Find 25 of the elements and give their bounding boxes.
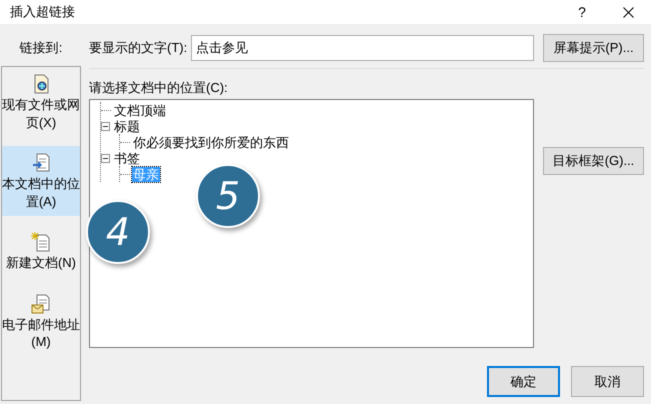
link-type-item[interactable]: 现有文件或网页(X) <box>2 67 80 138</box>
new-document-icon <box>31 232 51 252</box>
field-label: 要显示的文字(T): <box>89 39 188 57</box>
display-text-field[interactable]: 点击参见 <box>191 35 534 61</box>
tree-item[interactable]: 标题 <box>113 118 141 134</box>
tree-item[interactable]: 文档顶端 <box>113 102 167 118</box>
mail-document-icon <box>31 294 51 314</box>
help-button[interactable]: ? <box>559 0 605 24</box>
collapse-icon[interactable] <box>101 122 110 130</box>
document-icon <box>32 74 50 94</box>
link-to-label: 链接到: <box>20 39 62 57</box>
document-arrow-icon <box>32 153 50 174</box>
field-label: 请选择文档中的位置(C): <box>89 79 229 97</box>
link-type-item[interactable]: 本文档中的位置(A) <box>2 146 80 216</box>
link-type-item[interactable]: 电子邮件地址(M) <box>2 286 80 357</box>
tree-item[interactable]: 书签 <box>113 150 141 166</box>
close-icon <box>622 6 634 18</box>
collapse-icon[interactable] <box>101 154 110 162</box>
ok-button[interactable]: 确定 <box>487 366 560 397</box>
screen-tip-button[interactable]: 屏幕提示(P)... <box>543 34 644 62</box>
link-type-item[interactable]: 新建文档(N) <box>2 225 80 278</box>
tree-item[interactable]: 你必须要找到你所爱的东西 <box>132 134 290 150</box>
cancel-button[interactable]: 取消 <box>571 366 644 397</box>
window-title: 插入超链接 <box>10 3 76 21</box>
target-frame-button[interactable]: 目标框架(G)... <box>543 147 644 175</box>
